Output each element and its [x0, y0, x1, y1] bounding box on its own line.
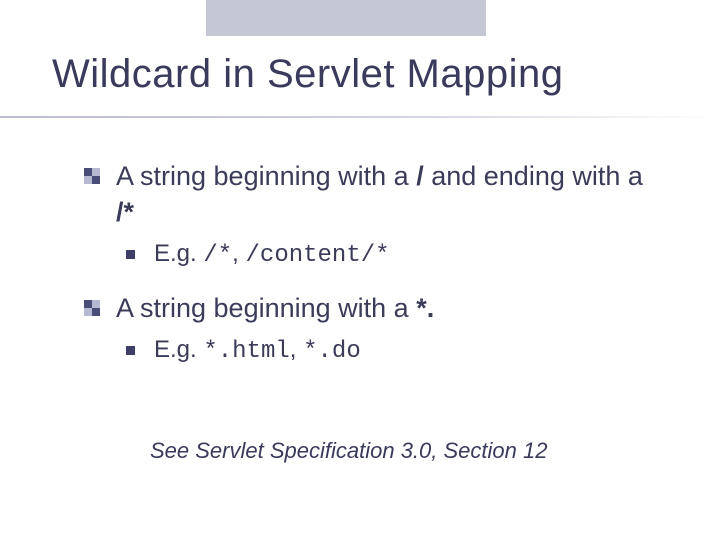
bullet1-text-c: and ending with a: [424, 161, 643, 191]
square-quad-bullet-icon: [84, 300, 100, 316]
bullet1-text-b: /: [416, 161, 424, 191]
sub2-sep: ,: [290, 336, 303, 363]
sub2-prefix: E.g.: [154, 336, 203, 363]
title-underline: [0, 116, 720, 118]
bullet-level1: A string beginning with a *.: [84, 290, 660, 326]
bullet2-text-a: A string beginning with a: [116, 293, 416, 323]
square-quad-bullet-icon: [84, 168, 100, 184]
bullet-level1: A string beginning with a / and ending w…: [84, 158, 660, 231]
square-bullet-icon: [126, 346, 135, 355]
slide-body: A string beginning with a / and ending w…: [84, 158, 660, 387]
sub2-code2: *.do: [303, 338, 361, 365]
bullet-level2: E.g. /*, /content/*: [84, 237, 660, 273]
sub2-code1: *.html: [203, 338, 289, 365]
slide-title: Wildcard in Servlet Mapping: [52, 52, 564, 97]
bullet2-text-b: *.: [416, 293, 434, 323]
bullet1-text-d: /*: [116, 197, 134, 227]
sub1-sep: ,: [232, 240, 245, 267]
decorative-top-band: [206, 0, 486, 36]
footer-note: See Servlet Specification 3.0, Section 1…: [150, 438, 547, 464]
bullet1-text-a: A string beginning with a: [116, 161, 416, 191]
sub1-prefix: E.g.: [154, 240, 203, 267]
square-bullet-icon: [126, 250, 135, 259]
slide: Wildcard in Servlet Mapping A string beg…: [0, 0, 720, 540]
sub1-code1: /*: [203, 242, 232, 269]
bullet-level2: E.g. *.html, *.do: [84, 333, 660, 369]
sub1-code2: /content/*: [246, 242, 390, 269]
